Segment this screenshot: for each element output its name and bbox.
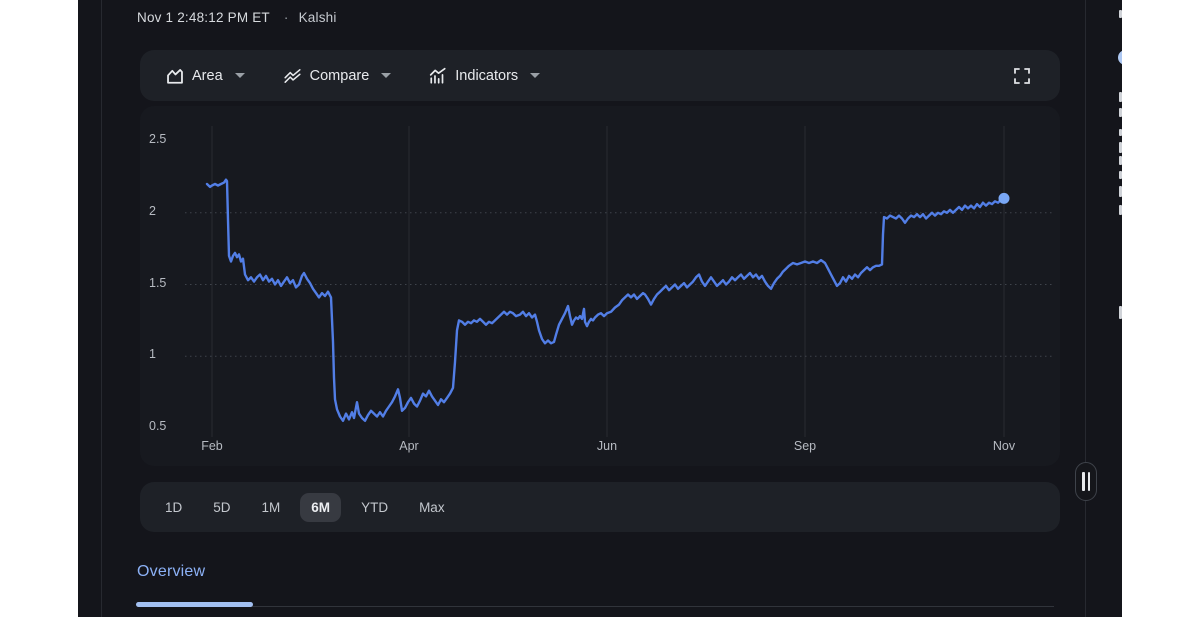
finance-quote-panel: Nov 1 2:48:12 PM ET · Kalshi Area Compar…: [78, 0, 1122, 617]
clipped-text-fragment: [1119, 129, 1122, 136]
panel-resize-handle[interactable]: [1075, 462, 1097, 501]
compare-lines-icon: [283, 67, 302, 85]
clipped-text-fragment: [1119, 171, 1122, 179]
range-button-ytd[interactable]: YTD: [350, 493, 399, 522]
x-axis-tick-label: Feb: [190, 439, 234, 453]
indicators-label: Indicators: [455, 68, 518, 84]
clipped-text-fragment: [1119, 108, 1122, 117]
chart-type-dropdown[interactable]: Area: [162, 61, 249, 91]
clipped-text-fragment: [1119, 156, 1122, 165]
quote-timestamp-row: Nov 1 2:48:12 PM ET · Kalshi: [137, 8, 337, 26]
tab-overview[interactable]: Overview: [137, 563, 205, 581]
separator-dot: ·: [284, 10, 289, 25]
clipped-avatar-fragment: [1118, 50, 1122, 65]
fullscreen-button[interactable]: [1010, 64, 1034, 88]
x-axis-tick-label: Jun: [585, 439, 629, 453]
y-axis-tick-label: 2.5: [149, 132, 166, 146]
chevron-down-icon: [381, 73, 391, 78]
time-range-bar: 1D 5D 1M 6M YTD Max: [140, 482, 1060, 532]
area-chart-icon: [166, 67, 184, 85]
indicators-chart-icon: [429, 67, 447, 85]
price-line: [207, 180, 1004, 421]
clipped-text-fragment: [1119, 306, 1122, 319]
clipped-text-fragment: [1119, 186, 1122, 197]
y-axis-tick-label: 0.5: [149, 419, 166, 433]
chart-type-label: Area: [192, 68, 223, 84]
x-axis-tick-label: Apr: [387, 439, 431, 453]
x-axis-tick-label: Nov: [982, 439, 1026, 453]
chevron-down-icon: [235, 73, 245, 78]
chart-toolbar: Area Compare Indicators: [140, 50, 1060, 101]
tab-overview-underline: [136, 602, 253, 607]
x-axis-tick-label: Sep: [783, 439, 827, 453]
quote-timestamp: Nov 1 2:48:12 PM ET: [137, 10, 270, 25]
fullscreen-icon: [1013, 73, 1031, 88]
content-column-left-border: [101, 0, 102, 617]
data-source-label: Kalshi: [299, 10, 337, 25]
range-button-1d[interactable]: 1D: [154, 493, 193, 522]
drag-handle-icon: [1082, 472, 1085, 491]
compare-label: Compare: [310, 68, 370, 84]
y-axis-tick-label: 1: [149, 347, 156, 361]
range-button-1m[interactable]: 1M: [251, 493, 292, 522]
price-chart-card: 0.5 1 1.5 2 2.5 Feb Apr Jun Sep Nov: [140, 106, 1060, 466]
y-axis-tick-label: 2: [149, 204, 156, 218]
tab-bar-divider: [137, 606, 1054, 607]
range-button-max[interactable]: Max: [408, 493, 456, 522]
chevron-down-icon: [530, 73, 540, 78]
content-column-right-border: [1085, 0, 1086, 617]
range-button-5d[interactable]: 5D: [202, 493, 241, 522]
clipped-text-fragment: [1119, 92, 1122, 102]
clipped-text-fragment: [1119, 10, 1122, 18]
compare-dropdown[interactable]: Compare: [279, 61, 396, 91]
current-price-marker: [999, 193, 1010, 204]
range-button-6m[interactable]: 6M: [300, 493, 341, 522]
price-chart[interactable]: [140, 106, 1060, 466]
clipped-text-fragment: [1119, 142, 1122, 153]
clipped-text-fragment: [1119, 205, 1122, 215]
indicators-dropdown[interactable]: Indicators: [425, 61, 544, 91]
drag-handle-icon: [1088, 472, 1091, 491]
y-axis-tick-label: 1.5: [149, 276, 166, 290]
